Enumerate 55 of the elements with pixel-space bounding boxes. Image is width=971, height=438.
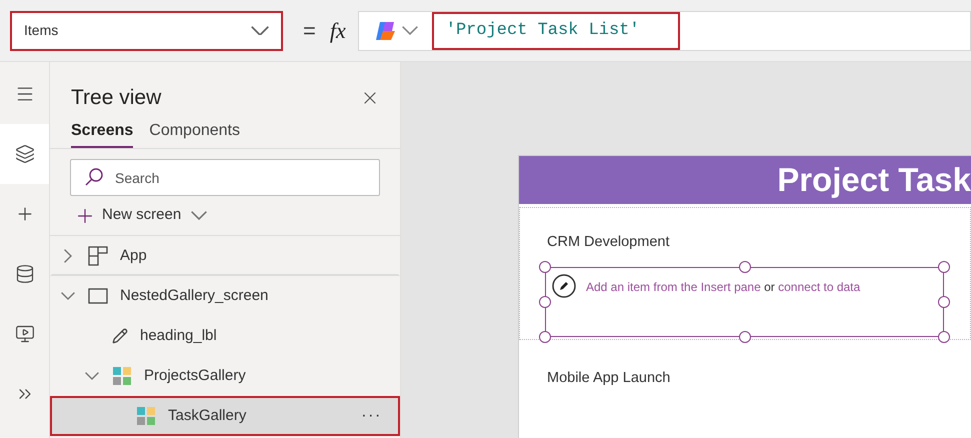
grid-icon: [88, 246, 108, 266]
resize-handle[interactable]: [738, 330, 750, 343]
resize-handle[interactable]: [938, 330, 950, 343]
more-button[interactable]: ···: [361, 404, 382, 428]
tree-item[interactable]: ProjectsGallery: [50, 356, 400, 396]
resize-handle[interactable]: [539, 296, 551, 308]
resize-handle[interactable]: [738, 260, 750, 273]
chevron-down-icon: [251, 26, 269, 36]
media-icon: [14, 324, 34, 344]
item-label: TaskGallery: [168, 406, 246, 426]
tree-item[interactable]: App: [50, 236, 400, 276]
chevron-down-icon[interactable]: [85, 372, 99, 380]
nested-gallery[interactable]: Add an item from the Insert pane or connect to data: [545, 266, 944, 337]
tree-item[interactable]: heading_lbl: [50, 316, 400, 356]
copilot-icon[interactable]: [374, 20, 398, 42]
gallery-row[interactable]: Mobile App Launch: [519, 343, 971, 438]
tree-item[interactable]: TaskGallery ···: [50, 396, 400, 436]
tree-item[interactable]: NestedGallery_screen: [50, 276, 400, 316]
search-field[interactable]: Search: [70, 159, 380, 196]
tab[interactable]: Screens: [71, 119, 134, 148]
equals-sign: =: [303, 17, 316, 45]
gallery-icon: [112, 366, 132, 386]
label-icon: [112, 328, 128, 344]
tab[interactable]: Components: [149, 119, 240, 148]
rail-button[interactable]: [0, 124, 49, 184]
chevron-right-icon[interactable]: [64, 249, 72, 263]
chevron-down-icon: [191, 211, 208, 220]
item-label: heading_lbl: [140, 326, 217, 346]
resize-handle[interactable]: [539, 330, 551, 343]
property-dropdown[interactable]: Items: [10, 10, 283, 50]
chevron-down-icon[interactable]: [61, 292, 75, 300]
fx-label: fx: [330, 17, 346, 45]
resize-handle[interactable]: [938, 260, 950, 273]
formula-input[interactable]: 'Project Task List': [432, 12, 680, 50]
screen-header: Project Task: [519, 156, 971, 204]
link[interactable]: connect to data: [778, 280, 860, 294]
gallery-row[interactable]: CRM Development Add an item from the Insert pane or connect to data: [519, 207, 971, 340]
layers-icon: [14, 144, 34, 164]
link[interactable]: Add an item from the Insert pane: [586, 280, 761, 294]
panel-title: Tree view: [71, 84, 162, 111]
new-screen-button[interactable]: New screen: [50, 196, 400, 236]
row-title: CRM Development: [547, 233, 670, 252]
item-label: NestedGallery_screen: [120, 286, 268, 306]
screen-icon: [88, 288, 108, 304]
edit-icon[interactable]: [552, 274, 576, 298]
resize-handle[interactable]: [938, 296, 950, 308]
resize-handle[interactable]: [539, 260, 551, 273]
placeholder-text: Add an item from the Insert pane or connect to data: [586, 278, 860, 296]
row-title: Mobile App Launch: [547, 369, 672, 388]
item-label: ProjectsGallery: [144, 366, 246, 386]
search-icon: [84, 167, 104, 187]
gallery-icon: [136, 406, 156, 426]
item-label: App: [120, 246, 147, 266]
database-icon: [14, 264, 34, 284]
chevron-down-icon[interactable]: [402, 26, 418, 35]
